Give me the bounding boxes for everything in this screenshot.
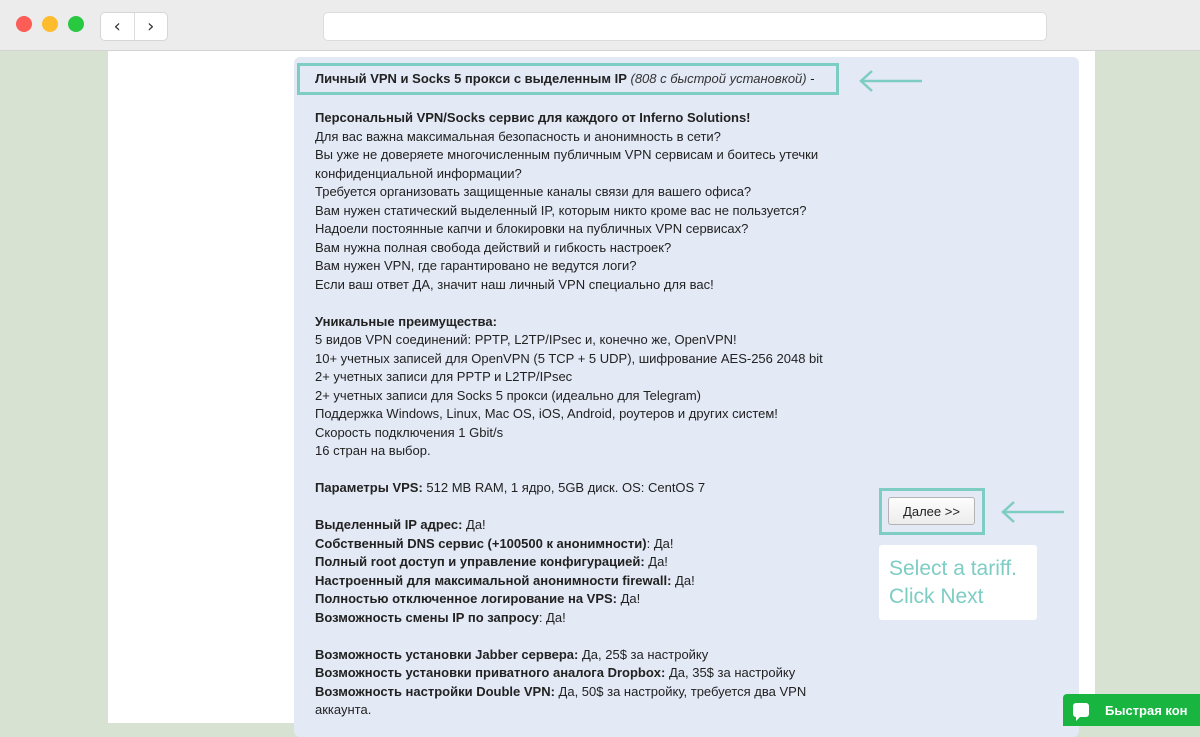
- tariff-title-sub: (808 с быстрой установкой): [630, 71, 807, 86]
- back-icon[interactable]: ‹: [101, 13, 134, 40]
- extra-label: Возможность установки приватного аналога…: [315, 665, 666, 680]
- feature-label: Выделенный IP адрес:: [315, 517, 463, 532]
- feature-line: Полностью отключенное логирование на VPS…: [315, 590, 860, 609]
- intro-line: Вам нужна полная свобода действий и гибк…: [315, 239, 672, 255]
- feature-value: Да!: [462, 517, 486, 532]
- intro-line: Если ваш ответ ДА, значит наш личный VPN…: [315, 276, 714, 292]
- extra-label: Возможность установки Jabber сервера:: [315, 646, 579, 662]
- advantage-line: 16 стран на выбор.: [315, 443, 431, 458]
- extra-line: Возможность настройки Double VPN: Да, 50…: [315, 683, 860, 720]
- maximize-window-dot[interactable]: [68, 16, 84, 32]
- intro-line: Вам нужен статический выделенный IP, кот…: [315, 202, 807, 218]
- intro-heading: Персональный VPN/Socks сервис для каждог…: [315, 110, 751, 125]
- hint-callout: Select a tariff. Click Next: [879, 545, 1037, 620]
- arrow-left-icon: [859, 70, 922, 92]
- forward-icon[interactable]: ›: [133, 13, 168, 40]
- vps-params: Параметры VPS: 512 MB RAM, 1 ядро, 5GB д…: [315, 479, 860, 498]
- advantage-line: 5 видов VPN соединений: PPTP, L2TP/IPsec…: [315, 332, 737, 347]
- minimize-window-dot[interactable]: [42, 16, 58, 32]
- next-button[interactable]: Далее >>: [888, 497, 975, 525]
- nav-buttons: ‹ ›: [100, 12, 168, 41]
- feature-line: Собственный DNS сервис (+100500 к аноним…: [315, 535, 860, 554]
- feature-value: Да!: [671, 572, 695, 588]
- close-window-dot[interactable]: [16, 16, 32, 32]
- feature-label: Возможность смены IP по запросу: [315, 609, 539, 625]
- chat-icon: [1073, 703, 1089, 721]
- extra-line: Возможность установки Jabber сервера: Да…: [315, 646, 860, 665]
- quick-consult-button[interactable]: Быстрая кон: [1063, 694, 1200, 726]
- feature-value: Да!: [644, 554, 668, 569]
- intro-line: Надоели постоянные капчи и блокировки на…: [315, 221, 749, 236]
- extra-value: Да, 35$ за настройку: [665, 665, 796, 680]
- feature-value: Да!: [617, 591, 641, 606]
- intro-line: Требуется организовать защищенные каналы…: [315, 184, 752, 199]
- advantage-line: 2+ учетных записи для Socks 5 прокси (ид…: [315, 387, 701, 403]
- feature-label: Собственный DNS сервис (+100500 к аноним…: [315, 535, 647, 551]
- quick-consult-label: Быстрая кон: [1105, 702, 1188, 718]
- intro-line: Вам нужен VPN, где гарантировано не веду…: [315, 258, 637, 273]
- feature-label: Настроенный для максимальной анонимности…: [315, 572, 672, 588]
- intro-line: Для вас важна максимальная безопасность …: [315, 128, 721, 144]
- tariff-description: Персональный VPN/Socks сервис для каждог…: [315, 109, 860, 720]
- advantage-line: 2+ учетных записи для PPTP и L2TP/IPsec: [315, 369, 573, 384]
- feature-label: Полностью отключенное логирование на VPS…: [315, 591, 618, 606]
- tariff-title-main: Личный VPN и Socks 5 прокси с выделенным…: [315, 71, 627, 86]
- feature-line: Полный root доступ и управление конфигур…: [315, 553, 860, 572]
- arrow-left-icon: [1001, 501, 1064, 523]
- intro-line: Вы уже не доверяете многочисленным публи…: [315, 147, 819, 181]
- vps-label: Параметры VPS:: [315, 480, 423, 495]
- feature-value: : Да!: [538, 609, 566, 625]
- hint-line: Click Next: [889, 585, 984, 608]
- address-bar[interactable]: [323, 12, 1047, 41]
- feature-line: Настроенный для максимальной анонимности…: [315, 572, 860, 591]
- advantage-line: Поддержка Windows, Linux, Mac OS, iOS, A…: [315, 406, 778, 421]
- tariff-title: Личный VPN и Socks 5 прокси с выделенным…: [297, 63, 839, 95]
- feature-value: : Да!: [646, 535, 674, 551]
- vps-value: 512 MB RAM, 1 ядро, 5GB диск. OS: CentOS…: [422, 480, 706, 495]
- browser-toolbar: ‹ ›: [0, 0, 1200, 51]
- extra-line: Возможность установки приватного аналога…: [315, 664, 860, 683]
- feature-line: Возможность смены IP по запросу: Да!: [315, 609, 860, 628]
- extra-value: Да, 25$ за настройку: [578, 646, 709, 662]
- advantage-line: 10+ учетных записей для OpenVPN (5 TCP +…: [315, 350, 823, 366]
- advantages-heading: Уникальные преимущества:: [315, 313, 497, 329]
- advantage-line: Скорость подключения 1 Gbit/s: [315, 424, 504, 440]
- hint-line: Select a tariff.: [889, 557, 1018, 580]
- feature-line: Выделенный IP адрес: Да!: [315, 516, 860, 535]
- tariff-title-suffix: -: [806, 71, 815, 86]
- feature-label: Полный root доступ и управление конфигур…: [315, 554, 645, 569]
- extra-label: Возможность настройки Double VPN:: [315, 683, 555, 699]
